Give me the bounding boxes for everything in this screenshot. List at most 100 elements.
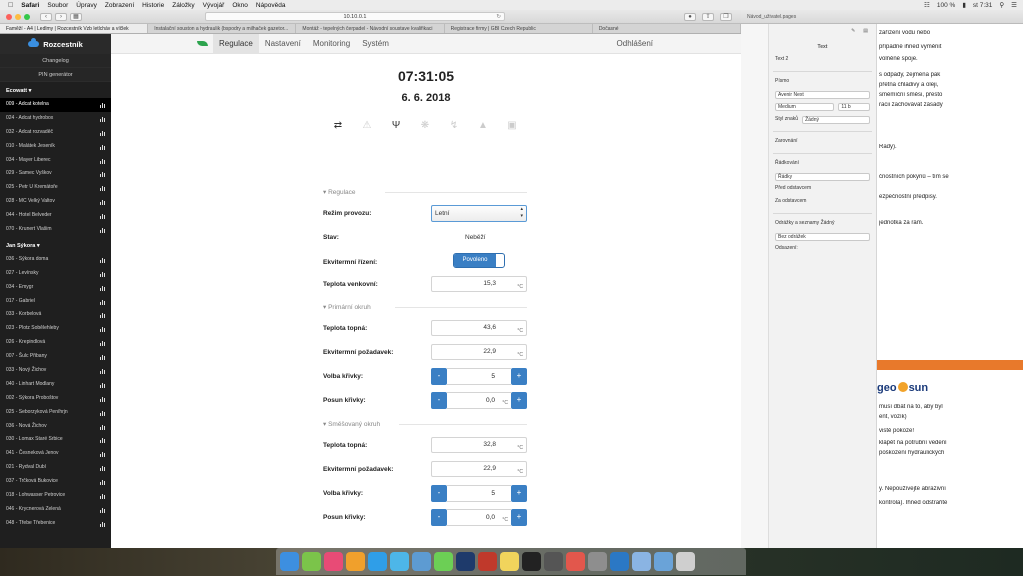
music-icon[interactable] — [324, 552, 343, 571]
sidebar-item[interactable]: 018 - Lohwasser Petrovice — [0, 489, 111, 503]
bullet-style-select[interactable]: Bez odrážek — [775, 233, 870, 241]
chart-bars-icon[interactable] — [100, 327, 105, 333]
sidebar-item[interactable]: 023 - Plotz Sobělehleby — [0, 322, 111, 336]
app-icon[interactable] — [544, 552, 563, 571]
sidebar-item[interactable]: 024 - Adcat hydrobox — [0, 112, 111, 126]
mixed-shift-increment-button[interactable]: + — [511, 509, 527, 526]
sidebar-item[interactable]: 007 - Šulc Přibany — [0, 350, 111, 364]
primary-curve-increment-button[interactable]: + — [511, 368, 527, 385]
building-icon[interactable]: ▲ — [477, 120, 489, 132]
logout-link[interactable]: Odhlášení — [617, 39, 653, 48]
sidebar-item[interactable]: 030 - Lomax Staré Srbice — [0, 433, 111, 447]
menu-bookmarks[interactable]: Záložky — [172, 2, 194, 9]
browser-tab-2[interactable]: Instalační souston a hydraulik (bspodry … — [148, 24, 297, 33]
chart-bars-icon[interactable] — [100, 507, 105, 513]
chart-bars-icon[interactable] — [100, 369, 105, 375]
chart-bars-icon[interactable] — [100, 299, 105, 305]
browser-tab-5[interactable]: Dočasné — [593, 24, 741, 33]
close-window-icon[interactable] — [6, 13, 12, 20]
brand[interactable]: Rozcestník — [0, 34, 111, 54]
chart-bars-icon[interactable] — [100, 355, 105, 361]
chart-bars-icon[interactable] — [100, 144, 105, 150]
app-icon[interactable] — [610, 552, 629, 571]
menu-clock[interactable]: st 7:31 — [973, 2, 993, 9]
sidebar-item[interactable]: 017 - Gabriel — [0, 295, 111, 309]
sidebar-item[interactable]: 046 - Krycnerová Zelená — [0, 503, 111, 517]
chart-bars-icon[interactable] — [100, 521, 105, 527]
app-icon[interactable] — [566, 552, 585, 571]
chart-bars-icon[interactable] — [100, 466, 105, 472]
mixed-curve-input[interactable]: 5 — [447, 485, 511, 502]
inspector-tab-text[interactable]: Text — [769, 44, 876, 50]
font-weight-select[interactable]: Medium — [775, 103, 835, 111]
preview-icon[interactable] — [412, 552, 431, 571]
tab-nastaveni[interactable]: Nastavení — [259, 34, 307, 54]
app-icon[interactable] — [434, 552, 453, 571]
spacing-label[interactable]: Řádkování — [775, 160, 870, 169]
sidebar-item[interactable]: 010 - Malátek Jeseník — [0, 140, 111, 154]
sidebar-item[interactable]: 002 - Sýkora Proboštov — [0, 392, 111, 406]
sidebar-link-changelog[interactable]: Changelog — [0, 54, 111, 68]
font-select[interactable]: Avenir Next — [775, 91, 870, 99]
sidebar-item[interactable]: 036 - Nová Žichov — [0, 420, 111, 434]
leaf-logo-icon[interactable] — [197, 39, 209, 48]
sidebar-link-pin-generator[interactable]: PIN generátor — [0, 68, 111, 82]
tab-regulace[interactable]: Regulace — [213, 33, 259, 54]
format-brush-icon[interactable]: ✎ — [851, 28, 855, 42]
battery-icon[interactable]: ▮ — [962, 1, 966, 9]
sidebar-item[interactable]: 028 - MC Velký Valtov — [0, 195, 111, 209]
chart-bars-icon[interactable] — [100, 116, 105, 122]
chart-bars-icon[interactable] — [100, 438, 105, 444]
document-icon[interactable]: ▤ — [863, 28, 868, 42]
tab-monitoring[interactable]: Monitoring — [307, 34, 356, 54]
safari-icon[interactable] — [368, 552, 387, 571]
sidebar-item[interactable]: 048 - Třebe Třebenice — [0, 517, 111, 531]
lock-icon[interactable]: ▣ — [506, 120, 518, 132]
menu-develop[interactable]: Vývojář — [203, 2, 225, 9]
menu-view[interactable]: Zobrazení — [105, 2, 134, 9]
sidebar-item[interactable]: 025 - Seborzyková Peníhrjn — [0, 406, 111, 420]
section-mixed-circuit[interactable]: ▾ Směšovaný okruh — [323, 420, 527, 428]
sidebar-item[interactable]: 021 - Rydval Dubí — [0, 461, 111, 475]
app-icon[interactable] — [478, 552, 497, 571]
sidebar-item[interactable]: 034 - Emygr — [0, 281, 111, 295]
sidebar-item[interactable]: 032 - Adcat rozvaděč — [0, 126, 111, 140]
app-icon[interactable] — [588, 552, 607, 571]
sidebar-group-ecowatt[interactable]: Ecowatt ▾ — [0, 85, 111, 98]
browser-tab-4[interactable]: Registrace firmy | GBI Czech Republic — [445, 24, 593, 33]
chart-bars-icon[interactable] — [100, 382, 105, 388]
menu-file[interactable]: Soubor — [47, 2, 68, 9]
terminal-icon[interactable] — [522, 552, 541, 571]
chart-bars-icon[interactable] — [100, 214, 105, 220]
mode-select[interactable]: Letní ▴ ▾ — [431, 205, 527, 222]
sidebar-item[interactable]: 026 - Krepindlová — [0, 336, 111, 350]
sidebar-item[interactable]: 036 - Sýkora doma — [0, 253, 111, 267]
browser-tab-3[interactable]: Montáž - tepelných čerpadel - Návodní so… — [296, 24, 445, 33]
mixed-curve-increment-button[interactable]: + — [511, 485, 527, 502]
chart-bars-icon[interactable] — [100, 103, 105, 108]
sidebar-item[interactable]: 034 - Mayer Liberec — [0, 154, 111, 168]
chart-bars-icon[interactable] — [100, 172, 105, 178]
font-size-field[interactable]: 11 b — [838, 103, 870, 111]
battery-level[interactable]: 100 % — [937, 2, 955, 9]
address-bar[interactable]: 10.10.0.1 ↻ — [205, 12, 505, 21]
chart-bars-icon[interactable] — [100, 341, 105, 347]
chart-bars-icon[interactable] — [100, 186, 105, 192]
char-style-select[interactable]: Žádný — [802, 116, 870, 124]
chart-bars-icon[interactable] — [100, 257, 105, 263]
chart-bars-icon[interactable] — [100, 452, 105, 458]
tab-system[interactable]: Systém — [356, 34, 395, 54]
chart-bars-icon[interactable] — [100, 158, 105, 164]
flash-icon[interactable]: ↯ — [448, 120, 460, 132]
forward-icon[interactable]: › — [55, 12, 67, 21]
chart-bars-icon[interactable] — [100, 494, 105, 500]
spacing-select[interactable]: Řádky — [775, 173, 870, 181]
menu-list-icon[interactable]: ☰ — [1011, 1, 1017, 9]
menu-edit[interactable]: Úpravy — [76, 2, 97, 9]
swap-arrows-icon[interactable]: ⇄ — [332, 120, 344, 132]
folder-icon[interactable] — [632, 552, 651, 571]
mixed-curve-decrement-button[interactable]: - — [431, 485, 447, 502]
menu-window[interactable]: Okno — [232, 2, 248, 9]
mixed-shift-decrement-button[interactable]: - — [431, 509, 447, 526]
sidebar-toggle-icon[interactable]: ▦ — [70, 12, 82, 21]
